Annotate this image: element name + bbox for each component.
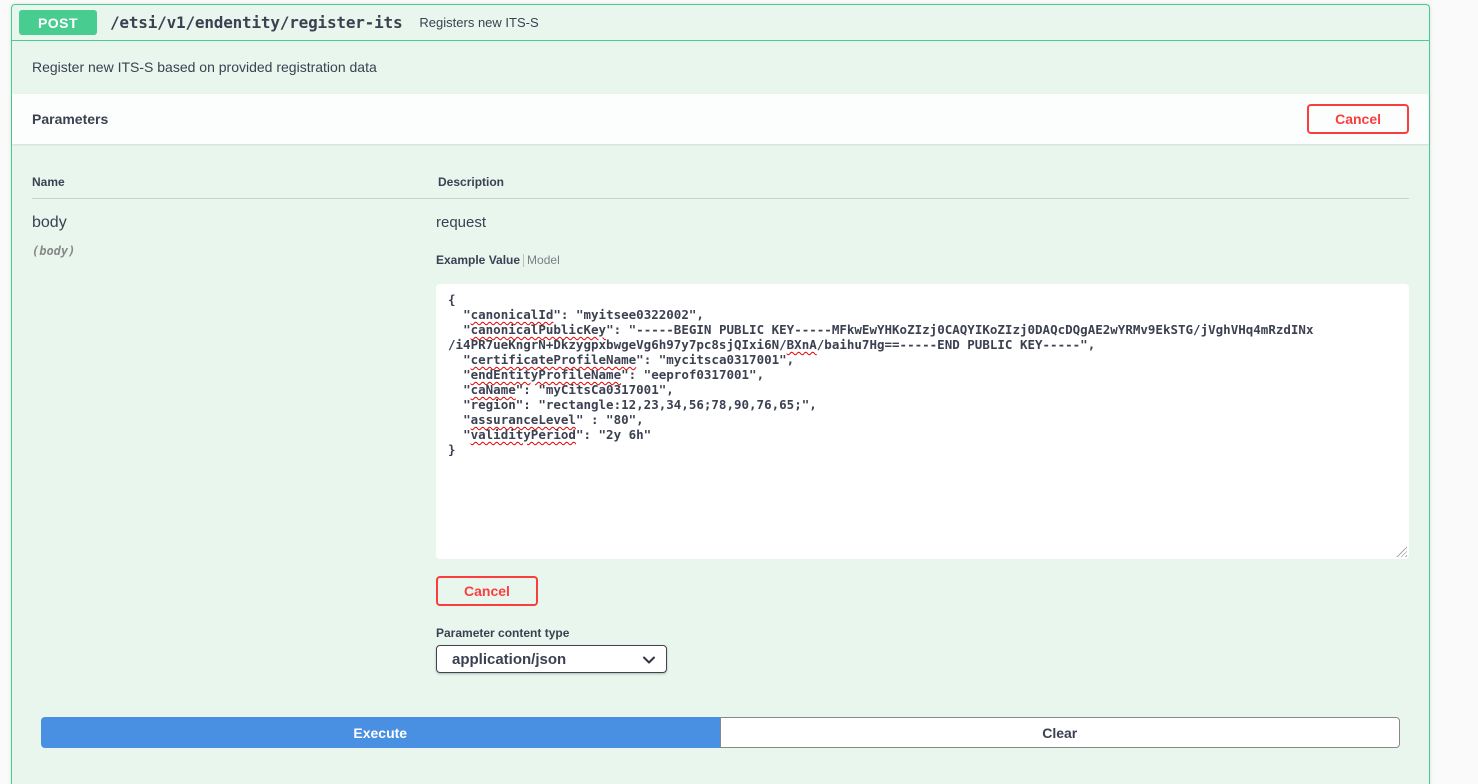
operation-summary: Registers new ITS-S — [419, 15, 538, 30]
parameter-description: request — [436, 214, 1409, 231]
body-editor-wrap: { "canonicalId": "myitsee0322002", "cano… — [436, 284, 1409, 559]
parameter-content-type-label: Parameter content type — [436, 626, 1409, 640]
tab-divider — [523, 254, 524, 267]
parameter-name: body — [32, 214, 436, 232]
operation-path: /etsi/v1/endentity/register-its — [110, 13, 402, 32]
column-header-name: Name — [32, 175, 438, 189]
parameter-description-cell: request Example Value Model { "canonical… — [436, 214, 1409, 673]
parameters-table-head: Name Description — [32, 175, 1409, 199]
parameters-table: Name Description body (body) request Exa… — [12, 144, 1429, 673]
operation-summary-bar[interactable]: POST /etsi/v1/endentity/register-its Reg… — [12, 5, 1429, 41]
method-badge: POST — [19, 10, 97, 35]
parameter-location: (body) — [32, 244, 436, 258]
execute-button[interactable]: Execute — [41, 717, 720, 748]
clear-button[interactable]: Clear — [720, 717, 1401, 748]
operation-description: Register new ITS-S based on provided reg… — [12, 41, 1429, 94]
parameter-row-body: body (body) request Example Value Model … — [32, 199, 1409, 673]
parameters-header: Parameters Cancel — [12, 94, 1429, 144]
execute-button-group: Execute Clear — [12, 717, 1429, 768]
model-tabs: Example Value Model — [436, 253, 1409, 267]
parameters-title: Parameters — [32, 111, 108, 127]
content-type-selected-value: application/json — [452, 651, 566, 668]
chevron-down-icon — [642, 654, 656, 666]
opblock-post: POST /etsi/v1/endentity/register-its Reg… — [11, 4, 1430, 784]
cancel-operation-button[interactable]: Cancel — [1307, 104, 1409, 134]
body-editor-textarea[interactable]: { "canonicalId": "myitsee0322002", "cano… — [436, 284, 1409, 559]
parameter-name-cell: body (body) — [32, 214, 436, 673]
tab-model[interactable]: Model — [527, 253, 560, 267]
content-type-select[interactable]: application/json — [436, 645, 667, 673]
cancel-body-edit-button[interactable]: Cancel — [436, 576, 538, 606]
column-header-description: Description — [438, 175, 1409, 189]
tab-example-value[interactable]: Example Value — [436, 253, 520, 267]
